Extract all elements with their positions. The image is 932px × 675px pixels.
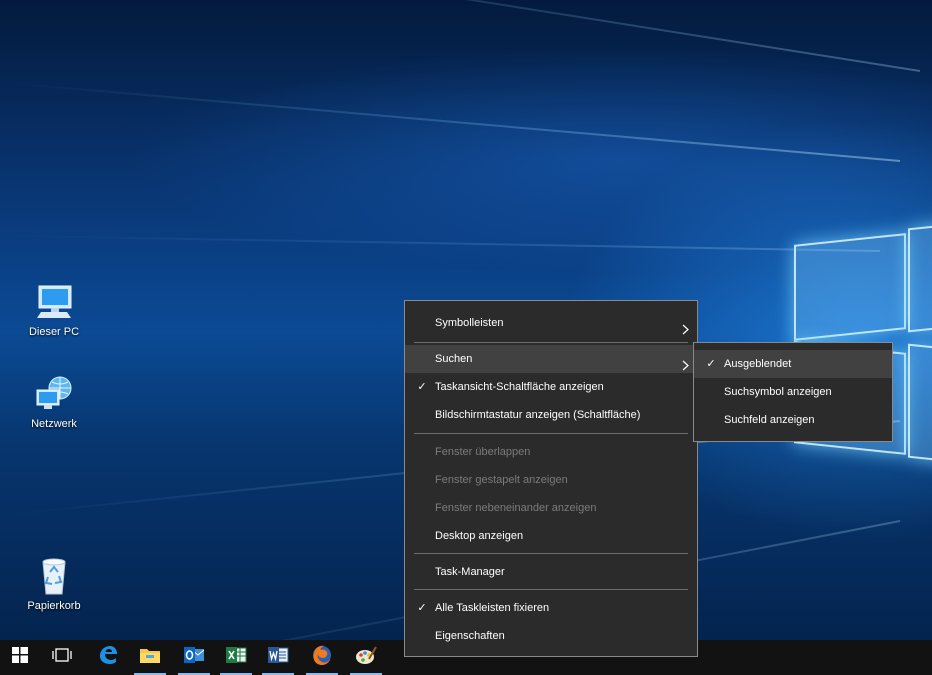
taskbar-firefox[interactable]: [302, 640, 342, 675]
desktop-icon-dieser-pc[interactable]: Dieser PC: [14, 282, 94, 338]
computer-icon: [14, 282, 94, 322]
menu-item-bildschirmtastatur[interactable]: Bildschirmtastatur anzeigen (Schaltfläch…: [405, 401, 697, 429]
firefox-icon: [311, 644, 333, 671]
desktop-icon-netzwerk[interactable]: Netzwerk: [14, 374, 94, 430]
menu-item-fenster-gestapelt: Fenster gestapelt anzeigen: [405, 466, 697, 494]
menu-item-label: Task-Manager: [435, 566, 505, 578]
check-icon: ✓: [417, 602, 427, 614]
menu-item-label: Fenster überlappen: [435, 446, 531, 458]
desktop-icon-label: Papierkorb: [27, 600, 81, 612]
search-submenu: ✓ Ausgeblendet Suchsymbol anzeigen Suchf…: [693, 342, 893, 442]
network-icon: [14, 374, 94, 414]
desktop-icon-papierkorb[interactable]: Papierkorb: [14, 556, 94, 612]
menu-item-label: Symbolleisten: [435, 317, 504, 329]
taskbar-outlook[interactable]: [174, 640, 214, 675]
start-button[interactable]: [0, 640, 40, 675]
task-view-icon: [52, 647, 72, 668]
submenu-item-suchfeld[interactable]: Suchfeld anzeigen: [694, 406, 892, 434]
menu-separator: [414, 553, 688, 554]
submenu-item-ausgeblendet[interactable]: ✓ Ausgeblendet: [694, 350, 892, 378]
outlook-icon: [183, 645, 205, 670]
menu-item-label: Eigenschaften: [435, 630, 505, 642]
menu-item-eigenschaften[interactable]: Eigenschaften: [405, 622, 697, 650]
menu-item-fenster-ueberlappen: Fenster überlappen: [405, 438, 697, 466]
menu-item-label: Desktop anzeigen: [435, 530, 524, 542]
menu-item-fenster-nebeneinander: Fenster nebeneinander anzeigen: [405, 494, 697, 522]
submenu-item-suchsymbol[interactable]: Suchsymbol anzeigen: [694, 378, 892, 406]
menu-item-label: Suchen: [435, 353, 473, 365]
desktop-icon-label: Netzwerk: [31, 418, 77, 430]
menu-item-label: Taskansicht-Schaltfläche anzeigen: [435, 381, 604, 393]
taskbar-paint[interactable]: [346, 640, 386, 675]
menu-item-taskansicht[interactable]: ✓ Taskansicht-Schaltfläche anzeigen: [405, 373, 697, 401]
menu-separator: [414, 342, 688, 343]
menu-item-taskleisten-fixieren[interactable]: ✓ Alle Taskleisten fixieren: [405, 594, 697, 622]
submenu-item-label: Ausgeblendet: [724, 358, 792, 370]
light-beam: [11, 0, 921, 72]
desktop-icon-label: Dieser PC: [28, 326, 80, 338]
taskbar-excel[interactable]: [216, 640, 256, 675]
menu-item-label: Bildschirmtastatur anzeigen (Schaltfläch…: [435, 409, 641, 421]
taskbar-context-menu: Symbolleisten Suchen ✓ Taskansicht-Schal…: [404, 300, 698, 657]
edge-icon: [97, 644, 119, 671]
menu-item-suchen[interactable]: Suchen: [405, 345, 697, 373]
word-icon: [267, 645, 289, 670]
task-view-button[interactable]: [42, 640, 82, 675]
menu-separator: [414, 589, 688, 590]
taskbar-edge[interactable]: [88, 640, 128, 675]
light-beam: [3, 81, 901, 162]
taskbar-word[interactable]: [258, 640, 298, 675]
menu-separator: [414, 433, 688, 434]
excel-icon: [225, 645, 247, 670]
submenu-item-label: Suchfeld anzeigen: [724, 414, 815, 426]
menu-item-desktop-anzeigen[interactable]: Desktop anzeigen: [405, 522, 697, 550]
check-icon: ✓: [706, 358, 716, 370]
start-icon: [12, 647, 28, 668]
menu-item-task-manager[interactable]: Task-Manager: [405, 558, 697, 586]
recycle-bin-icon: [14, 556, 94, 596]
menu-item-label: Alle Taskleisten fixieren: [435, 602, 550, 614]
paint-icon: [355, 644, 377, 671]
light-beam: [0, 234, 881, 252]
submenu-item-label: Suchsymbol anzeigen: [724, 386, 832, 398]
file-explorer-icon: [139, 646, 161, 669]
taskbar-file-explorer[interactable]: [130, 640, 170, 675]
menu-item-symbolleisten[interactable]: Symbolleisten: [405, 309, 697, 337]
check-icon: ✓: [417, 381, 427, 393]
menu-item-label: Fenster nebeneinander anzeigen: [435, 502, 597, 514]
menu-item-label: Fenster gestapelt anzeigen: [435, 474, 568, 486]
